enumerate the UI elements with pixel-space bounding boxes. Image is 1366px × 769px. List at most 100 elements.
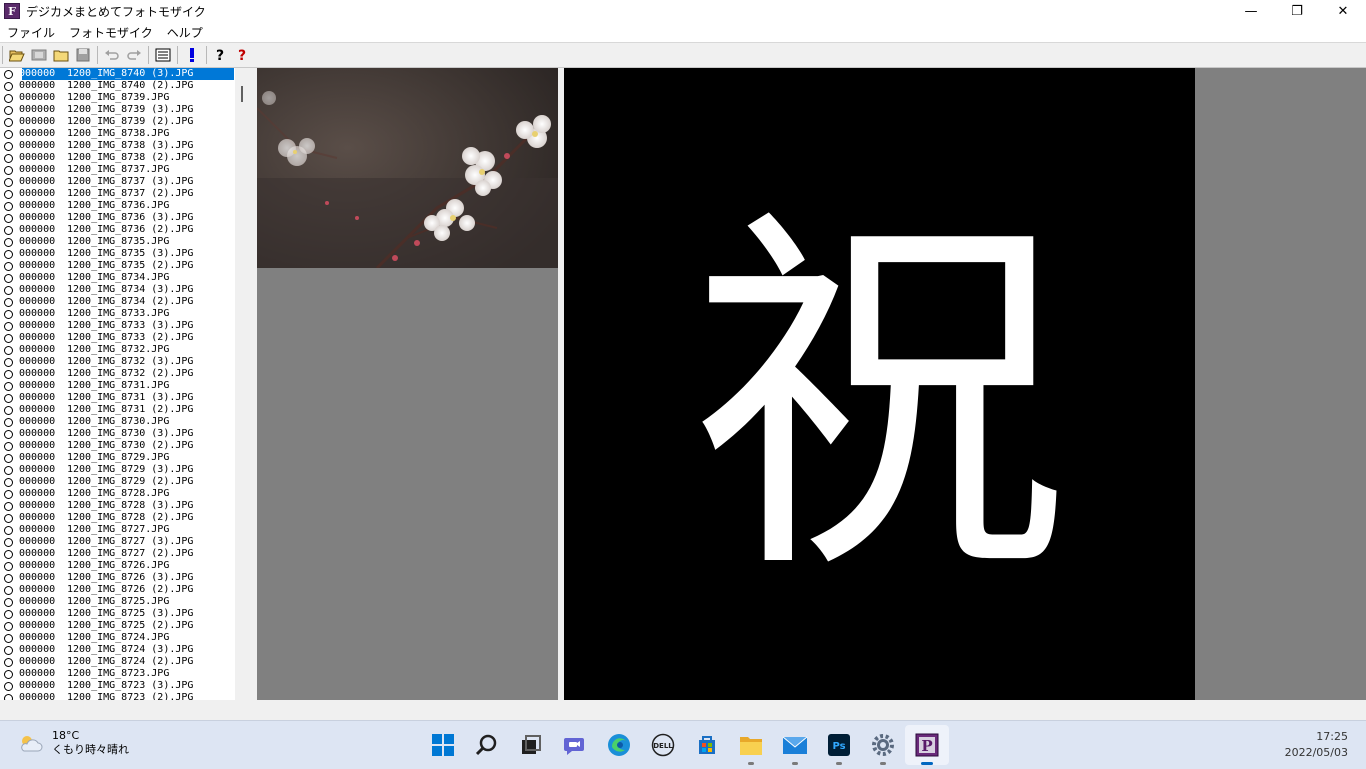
radio-icon[interactable] xyxy=(4,405,13,415)
mail-icon[interactable] xyxy=(773,725,817,765)
radio-icon[interactable] xyxy=(4,441,13,451)
help-icon[interactable]: ? xyxy=(210,45,232,65)
list-item[interactable]: 000000 1200_IMG_8728 (2).JPG xyxy=(0,512,250,524)
radio-icon[interactable] xyxy=(4,585,13,595)
radio-icon[interactable] xyxy=(4,273,13,283)
radio-icon[interactable] xyxy=(4,621,13,631)
undo-icon[interactable] xyxy=(101,45,123,65)
radio-icon[interactable] xyxy=(4,285,13,295)
list-item[interactable]: 000000 1200_IMG_8726 (2).JPG xyxy=(0,584,250,596)
store-icon[interactable] xyxy=(685,725,729,765)
context-help-icon[interactable]: ? xyxy=(232,45,254,65)
photomosaic-app-icon[interactable]: P xyxy=(905,725,949,765)
file-list-scrollbar[interactable] xyxy=(235,68,250,700)
dell-icon[interactable]: DELL xyxy=(641,725,685,765)
list-item[interactable]: 000000 1200_IMG_8740 (2).JPG xyxy=(0,80,250,92)
list-item[interactable]: 000000 1200_IMG_8731 (3).JPG xyxy=(0,392,250,404)
mosaic-canvas[interactable]: 祝 xyxy=(564,68,1195,700)
list-item[interactable]: 000000 1200_IMG_8736.JPG xyxy=(0,200,250,212)
radio-icon[interactable] xyxy=(4,429,13,439)
radio-icon[interactable] xyxy=(4,453,13,463)
start-icon[interactable] xyxy=(421,725,465,765)
radio-icon[interactable] xyxy=(4,369,13,379)
radio-icon[interactable] xyxy=(4,105,13,115)
list-item[interactable]: 000000 1200_IMG_8729 (3).JPG xyxy=(0,464,250,476)
radio-icon[interactable] xyxy=(4,645,13,655)
list-item[interactable]: 000000 1200_IMG_8737 (3).JPG xyxy=(0,176,250,188)
radio-icon[interactable] xyxy=(4,417,13,427)
radio-icon[interactable] xyxy=(4,657,13,667)
list-item[interactable]: 000000 1200_IMG_8723 (2).JPG xyxy=(0,692,250,700)
radio-icon[interactable] xyxy=(4,633,13,643)
radio-icon[interactable] xyxy=(4,681,13,691)
list-item[interactable]: 000000 1200_IMG_8739 (2).JPG xyxy=(0,116,250,128)
radio-icon[interactable] xyxy=(4,561,13,571)
list-item[interactable]: 000000 1200_IMG_8732.JPG xyxy=(0,344,250,356)
list-item[interactable]: 000000 1200_IMG_8733 (3).JPG xyxy=(0,320,250,332)
radio-icon[interactable] xyxy=(4,225,13,235)
radio-icon[interactable] xyxy=(4,165,13,175)
settings-icon[interactable] xyxy=(861,725,905,765)
radio-icon[interactable] xyxy=(4,489,13,499)
list-item[interactable]: 000000 1200_IMG_8730 (2).JPG xyxy=(0,440,250,452)
redo-icon[interactable] xyxy=(123,45,145,65)
folder-icon[interactable] xyxy=(50,45,72,65)
search-icon[interactable] xyxy=(465,725,509,765)
radio-icon[interactable] xyxy=(4,213,13,223)
list-item[interactable]: 000000 1200_IMG_8728 (3).JPG xyxy=(0,500,250,512)
list-item[interactable]: 000000 1200_IMG_8735 (2).JPG xyxy=(0,260,250,272)
list-item[interactable]: 000000 1200_IMG_8733.JPG xyxy=(0,308,250,320)
list-item[interactable]: 000000 1200_IMG_8739.JPG xyxy=(0,92,250,104)
radio-icon[interactable] xyxy=(4,81,13,91)
list-item[interactable]: 000000 1200_IMG_8727 (2).JPG xyxy=(0,548,250,560)
radio-icon[interactable] xyxy=(4,93,13,103)
radio-icon[interactable] xyxy=(4,669,13,679)
radio-icon[interactable] xyxy=(4,333,13,343)
exclamation-icon[interactable] xyxy=(181,45,203,65)
list-item[interactable]: 000000 1200_IMG_8723.JPG xyxy=(0,668,250,680)
list-item[interactable]: 000000 1200_IMG_8734 (2).JPG xyxy=(0,296,250,308)
radio-icon[interactable] xyxy=(4,69,13,79)
radio-icon[interactable] xyxy=(4,261,13,271)
radio-icon[interactable] xyxy=(4,321,13,331)
list-item[interactable]: 000000 1200_IMG_8725.JPG xyxy=(0,596,250,608)
radio-icon[interactable] xyxy=(4,501,13,511)
film-icon[interactable] xyxy=(28,45,50,65)
radio-icon[interactable] xyxy=(4,249,13,259)
list-item[interactable]: 000000 1200_IMG_8728.JPG xyxy=(0,488,250,500)
list-item[interactable]: 000000 1200_IMG_8730 (3).JPG xyxy=(0,428,250,440)
system-clock[interactable]: 17:25 2022/05/03 xyxy=(1285,729,1348,761)
list-item[interactable]: 000000 1200_IMG_8738 (3).JPG xyxy=(0,140,250,152)
save-icon[interactable] xyxy=(72,45,94,65)
radio-icon[interactable] xyxy=(4,117,13,127)
menu-photomosaic[interactable]: フォトモザイク xyxy=(62,24,160,41)
list-item[interactable]: 000000 1200_IMG_8735.JPG xyxy=(0,236,250,248)
menu-file[interactable]: ファイル xyxy=(0,24,62,41)
list-item[interactable]: 000000 1200_IMG_8730.JPG xyxy=(0,416,250,428)
photoshop-icon[interactable]: Ps xyxy=(817,725,861,765)
list-item[interactable]: 000000 1200_IMG_8734 (3).JPG xyxy=(0,284,250,296)
list-item[interactable]: 000000 1200_IMG_8734.JPG xyxy=(0,272,250,284)
radio-icon[interactable] xyxy=(4,465,13,475)
panel-splitter[interactable] xyxy=(250,68,257,700)
list-item[interactable]: 000000 1200_IMG_8723 (3).JPG xyxy=(0,680,250,692)
radio-icon[interactable] xyxy=(4,297,13,307)
scrollbar-thumb[interactable] xyxy=(241,86,243,102)
radio-icon[interactable] xyxy=(4,525,13,535)
list-item[interactable]: 000000 1200_IMG_8729.JPG xyxy=(0,452,250,464)
list-item[interactable]: 000000 1200_IMG_8738 (2).JPG xyxy=(0,152,250,164)
list-item[interactable]: 000000 1200_IMG_8726.JPG xyxy=(0,560,250,572)
radio-icon[interactable] xyxy=(4,573,13,583)
radio-icon[interactable] xyxy=(4,597,13,607)
radio-icon[interactable] xyxy=(4,537,13,547)
list-item[interactable]: 000000 1200_IMG_8725 (3).JPG xyxy=(0,608,250,620)
radio-icon[interactable] xyxy=(4,153,13,163)
task-view-icon[interactable] xyxy=(509,725,553,765)
radio-icon[interactable] xyxy=(4,609,13,619)
radio-icon[interactable] xyxy=(4,345,13,355)
radio-icon[interactable] xyxy=(4,189,13,199)
weather-widget[interactable]: 18°C くもり時々晴れ xyxy=(18,729,129,757)
list-item[interactable]: 000000 1200_IMG_8724 (3).JPG xyxy=(0,644,250,656)
list-item[interactable]: 000000 1200_IMG_8729 (2).JPG xyxy=(0,476,250,488)
radio-icon[interactable] xyxy=(4,237,13,247)
